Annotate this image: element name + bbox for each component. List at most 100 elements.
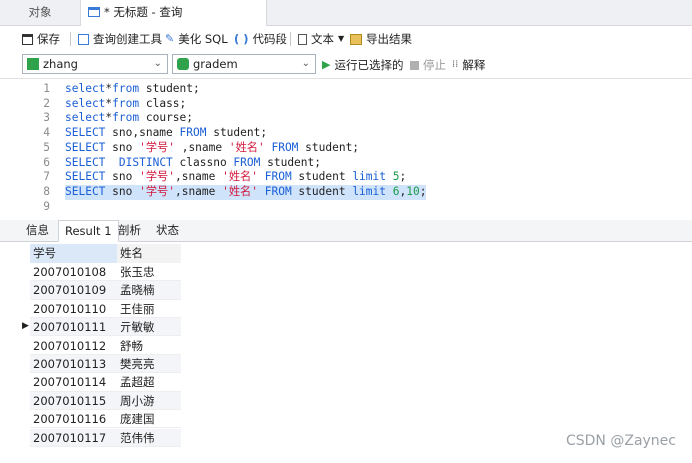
connection-select[interactable]: zhang ⌄ — [22, 54, 168, 74]
table-cell-sname[interactable]: 孟晓楠 — [117, 281, 181, 300]
tab-info-label: 信息 — [26, 223, 49, 237]
stop-icon — [410, 60, 419, 70]
line-number: 3 — [43, 111, 50, 125]
table-cell-sno[interactable]: 2007010114 — [30, 373, 117, 392]
save-icon — [22, 33, 33, 45]
beautify-sql-button[interactable]: ✎ 美化 SQL — [165, 30, 228, 48]
table-cell-sname[interactable]: 庞建国 — [117, 410, 181, 429]
table-cell-sname[interactable]: 孟超超 — [117, 373, 181, 392]
table-cell-sname[interactable]: 范伟伟 — [117, 428, 181, 447]
line-number: 7 — [43, 170, 50, 184]
code-line-2: select*from class; — [65, 96, 187, 110]
tab-result-1-label: Result 1 — [65, 224, 112, 238]
result-tabs: 信息 Result 1 剖析 状态 — [0, 220, 692, 242]
code-line-1: select*from student; — [65, 82, 200, 95]
play-icon: ▶ — [322, 58, 331, 71]
code-line-3: select*from course; — [65, 111, 194, 125]
table-cell-sname[interactable]: 王佳丽 — [117, 300, 181, 318]
export-result-label: 导出结果 — [366, 32, 412, 46]
text-icon — [298, 33, 307, 45]
explain-icon: ⁞⁞ — [452, 59, 459, 70]
explain-label: 解释 — [462, 58, 486, 72]
run-selected-label: 运行已选择的 — [334, 58, 404, 72]
table-cell-sno[interactable]: 2007010108 — [30, 263, 117, 282]
table-cell-sno[interactable]: 2007010115 — [30, 391, 117, 410]
save-button[interactable]: 保存 — [22, 30, 60, 48]
stop-button[interactable]: 停止 — [410, 56, 446, 74]
table-cell-sno[interactable]: 2007010116 — [30, 410, 117, 429]
tab-bar: 对象 * 无标题 - 查询 — [0, 0, 692, 26]
explain-button[interactable]: ⁞⁞ 解释 — [452, 56, 485, 74]
tab-result-1[interactable]: Result 1 — [58, 220, 119, 242]
line-number: 4 — [43, 126, 50, 140]
export-icon — [350, 33, 362, 45]
watermark: CSDN @Zaynec — [565, 433, 676, 449]
table-cell-sname[interactable]: 周小游 — [117, 391, 181, 410]
code-line-5: SELECT sno '学号' ,sname '姓名' FROM student… — [65, 140, 360, 154]
connection-value: zhang — [43, 57, 78, 71]
selector-row: zhang ⌄ gradem ⌄ ▶ 运行已选择的 停止 ⁞⁞ 解释 — [0, 53, 692, 77]
save-label: 保存 — [37, 32, 60, 46]
query-builder-button[interactable]: 查询创建工具 — [78, 30, 162, 48]
toolbar-divider — [290, 32, 291, 46]
tab-query-label: * 无标题 - 查询 — [104, 5, 183, 19]
query-builder-icon — [78, 33, 89, 45]
column-header-sname[interactable]: 姓名 — [117, 244, 181, 263]
query-builder-label: 查询创建工具 — [93, 32, 162, 46]
tab-query[interactable]: * 无标题 - 查询 — [80, 0, 267, 26]
code-line-7: SELECT sno '学号',sname '姓名' FROM student … — [65, 170, 407, 184]
toolbar-divider — [70, 32, 71, 46]
table-cell-sno[interactable]: 2007010111 — [30, 318, 117, 337]
tab-status-label: 状态 — [156, 223, 179, 237]
code-snippet-label: 代码段 — [252, 32, 288, 46]
text-label: 文本 — [311, 32, 334, 46]
database-icon — [177, 58, 189, 70]
chevron-down-icon: ⌄ — [153, 58, 162, 69]
export-result-button[interactable]: 导出结果 — [350, 30, 412, 48]
table-cell-sname[interactable]: 亓敏敏 — [117, 318, 181, 337]
query-table-icon — [88, 7, 100, 17]
table-cell-sno[interactable]: 2007010112 — [30, 337, 117, 355]
beautify-icon: ✎ — [165, 32, 175, 45]
beautify-sql-label: 美化 SQL — [178, 32, 228, 46]
code-snippet-button[interactable]: ( ) 代码段 — [234, 30, 287, 48]
current-row-indicator-icon: ▶ — [22, 321, 29, 332]
code-snippet-icon: ( ) — [234, 32, 249, 46]
database-value: gradem — [193, 57, 238, 71]
line-number: 9 — [43, 199, 50, 213]
table-cell-sno[interactable]: 2007010110 — [30, 300, 117, 318]
code-line-6: SELECT DISTINCT classno FROM student; — [65, 155, 321, 169]
column-header-label: 姓名 — [120, 246, 143, 260]
table-cell-sname[interactable]: 樊亮亮 — [117, 355, 181, 374]
table-cell-sno[interactable]: 2007010109 — [30, 281, 117, 300]
tab-objects-label: 对象 — [28, 5, 52, 19]
line-number: 1 — [43, 82, 50, 95]
sql-editor[interactable]: 123456789 select*from student; select*fr… — [0, 78, 692, 214]
toolbar: 保存 查询创建工具 ✎ 美化 SQL ( ) 代码段 文本 ▼ 导出结果 — [0, 26, 692, 52]
table-cell-sname[interactable]: 张玉忠 — [117, 263, 181, 282]
table-cell-sno[interactable]: 2007010113 — [30, 355, 117, 374]
table-cell-sno[interactable]: 2007010117 — [30, 428, 117, 447]
run-selected-button[interactable]: ▶ 运行已选择的 — [322, 56, 403, 74]
line-number: 8 — [43, 184, 50, 198]
chevron-down-icon: ▼ — [338, 34, 345, 43]
tab-profile[interactable]: 剖析 — [112, 220, 147, 241]
database-select[interactable]: gradem ⌄ — [172, 54, 316, 74]
line-number: 6 — [43, 155, 50, 169]
table-cell-sname[interactable]: 舒畅 — [117, 337, 181, 355]
column-header-sno[interactable]: 学号 — [30, 244, 117, 263]
line-number: 2 — [43, 96, 50, 110]
code-line-8-selected: SELECT sno '学号',sname '姓名' FROM student … — [65, 184, 427, 200]
tab-objects[interactable]: 对象 — [0, 0, 80, 25]
stop-label: 停止 — [423, 58, 446, 72]
connection-icon — [27, 58, 39, 70]
tab-status[interactable]: 状态 — [150, 220, 185, 241]
tab-info[interactable]: 信息 — [20, 220, 55, 241]
text-button[interactable]: 文本 ▼ — [298, 30, 344, 48]
column-header-label: 学号 — [33, 246, 56, 260]
line-number-gutter: 123456789 — [0, 79, 60, 214]
code-line-4: SELECT sno,sname FROM student; — [65, 126, 268, 140]
chevron-down-icon: ⌄ — [301, 58, 310, 69]
tab-profile-label: 剖析 — [118, 223, 141, 237]
line-number: 5 — [43, 140, 50, 154]
